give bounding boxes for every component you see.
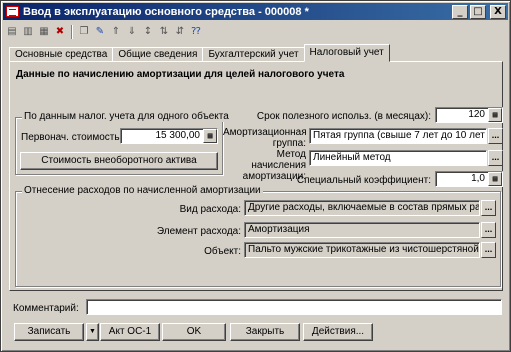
expense-element-field[interactable]: Амортизация [244,222,480,238]
tab-general[interactable]: Общие сведения [112,47,204,62]
expense-element-value: Амортизация [248,224,310,235]
calculator-icon[interactable]: ▦ [203,129,217,143]
document-window: Ввод в эксплуатацию основного средства -… [0,0,511,352]
tab-tax-accounting[interactable]: Налоговый учет [303,44,390,62]
intangible-asset-cost-button[interactable]: Стоимость внеоборотного актива [20,152,218,170]
comment-input[interactable] [86,299,502,315]
tab-accounting[interactable]: Бухгалтерский учет [202,47,305,62]
depreciation-method-select-button[interactable]: ... [488,150,503,166]
object-value: Пальто мужские трикотажные из чистошерст… [248,244,480,255]
help-icon[interactable]: ⁇ [189,25,203,39]
expense-type-value: Другие расходы, включаемые в состав прям… [248,202,480,213]
initial-cost-field[interactable]: 15 300,00 ▦ [120,128,218,144]
expense-type-field[interactable]: Другие расходы, включаемые в состав прям… [244,200,480,216]
delete-icon[interactable]: ✖ [53,25,67,39]
object-field[interactable]: Пальто мужские трикотажные из чистошерст… [244,242,480,258]
minimize-button[interactable]: _ [452,5,468,19]
properties-icon[interactable]: ✎ [93,25,107,39]
window-controls: _ □ X [452,5,506,19]
document-icon [6,6,19,17]
write-button[interactable]: Записать [14,323,84,341]
useful-life-label: Срок полезного использ. (в месяцах): [256,111,431,122]
maximize-button[interactable]: □ [470,5,486,19]
special-coefficient-field[interactable]: 1,0 ▦ [435,171,503,187]
expense-type-label: Вид расхода: [179,204,241,215]
ok-button[interactable]: OK [162,323,226,341]
object-select-button[interactable]: ... [481,242,496,258]
open-icon[interactable]: ▥ [21,25,35,39]
toolbar-separator [71,25,73,39]
depreciation-group-field[interactable]: Пятая группа (свыше 7 лет до 10 лет вк [309,128,487,144]
comment-label: Комментарий: [13,303,79,314]
expense-allocation-group-label: Отнесение расходов по начисленной аморти… [22,185,263,196]
arrow-down-icon[interactable]: ⇓ [125,25,139,39]
depreciation-method-value: Линейный метод [313,152,391,163]
actions-button[interactable]: Действия... [303,323,373,341]
toolbar: ▤ ▥ ▦ ✖ ❐ ✎ ⇑ ⇓ ↕ ⇅ ⇵ ⁇ [5,23,285,41]
initial-cost-value: 15 300,00 [155,130,201,141]
special-coefficient-value: 1,0 [471,173,485,184]
write-dropdown-button[interactable]: ▼ [86,323,99,341]
close-button[interactable]: X [490,5,506,19]
sort-asc-icon[interactable]: ⇅ [157,25,171,39]
section-heading: Данные по начислению амортизации для цел… [16,69,345,80]
copy-icon[interactable]: ❐ [77,25,91,39]
tab-fixed-assets[interactable]: Основные средства [9,47,114,62]
window-title: Ввод в эксплуатацию основного средства -… [23,5,309,18]
expense-element-label: Элемент расхода: [156,226,241,237]
useful-life-value: 120 [468,109,485,120]
depreciation-group-select-button[interactable]: ... [488,128,503,144]
depreciation-method-field[interactable]: Линейный метод [309,150,487,166]
act-os1-button[interactable]: Акт ОС-1 [100,323,160,341]
sort-desc-icon[interactable]: ⇵ [173,25,187,39]
depreciation-group-label: Амортизационная группа: [223,127,307,149]
initial-cost-label: Первонач. стоимость: [21,132,123,143]
save-icon[interactable]: ▤ [5,25,19,39]
title-bar: Ввод в эксплуатацию основного средства -… [3,3,508,20]
move-icon[interactable]: ↕ [141,25,155,39]
one-object-group-label: По данным налог. учета для одного объект… [22,111,231,122]
print-icon[interactable]: ▦ [37,25,51,39]
arrow-up-icon[interactable]: ⇑ [109,25,123,39]
tab-strip: Основные средства Общие сведения Бухгалт… [9,44,390,62]
calculator-icon[interactable]: ▦ [488,108,502,122]
expense-type-select-button[interactable]: ... [481,200,496,216]
calculator-icon[interactable]: ▦ [488,172,502,186]
useful-life-field[interactable]: 120 ▦ [435,107,503,123]
depreciation-group-value: Пятая группа (свыше 7 лет до 10 лет вк [313,130,487,141]
object-label: Объект: [204,246,241,257]
expense-element-select-button[interactable]: ... [481,222,496,238]
close-form-button[interactable]: Закрыть [230,323,300,341]
